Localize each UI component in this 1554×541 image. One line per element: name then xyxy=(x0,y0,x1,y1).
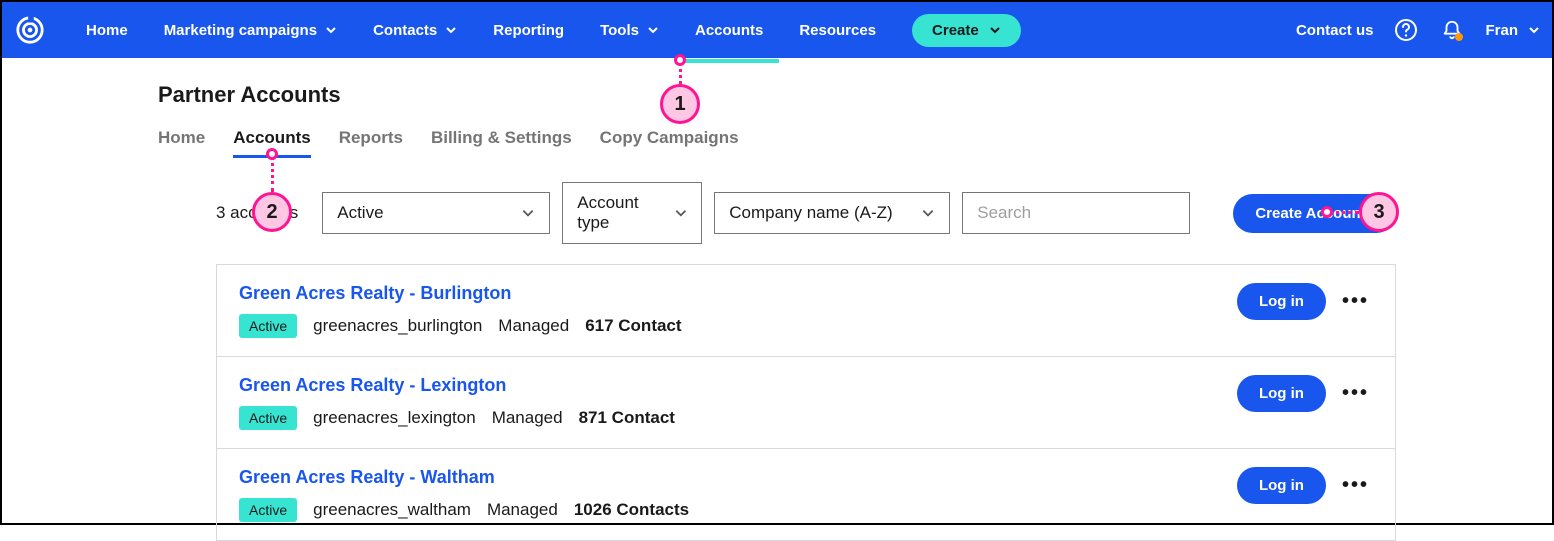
account-row: Green Acres Realty - Lexington Active gr… xyxy=(217,357,1395,449)
chevron-down-icon xyxy=(1528,24,1540,36)
subtab-copy-campaigns[interactable]: Copy Campaigns xyxy=(600,122,739,154)
create-button[interactable]: Create xyxy=(912,14,1021,47)
nav-marketing[interactable]: Marketing campaigns xyxy=(148,14,353,47)
account-contacts: 1026 Contacts xyxy=(574,500,689,520)
more-icon[interactable]: ••• xyxy=(1338,382,1373,405)
chevron-down-icon xyxy=(921,206,935,220)
nav-tools-label: Tools xyxy=(600,22,639,39)
nav-accounts-label: Accounts xyxy=(695,22,763,39)
status-filter[interactable]: Active xyxy=(322,192,550,234)
type-filter[interactable]: Account type xyxy=(562,182,702,244)
callout-1: 1 xyxy=(660,84,700,124)
account-slug: greenacres_burlington xyxy=(313,316,482,336)
account-meta: Active greenacres_waltham Managed 1026 C… xyxy=(239,498,1237,522)
callout-2-label: 2 xyxy=(266,201,277,224)
notifications-icon[interactable] xyxy=(1439,17,1465,43)
account-actions: Log in ••• xyxy=(1237,375,1373,412)
callout-3: 3 xyxy=(1359,192,1399,232)
login-button[interactable]: Log in xyxy=(1237,467,1326,504)
page-title: Partner Accounts xyxy=(158,82,1396,108)
login-button[interactable]: Log in xyxy=(1237,375,1326,412)
account-contacts: 617 Contact xyxy=(585,316,681,336)
more-icon[interactable]: ••• xyxy=(1338,290,1373,313)
nav-resources-label: Resources xyxy=(799,22,876,39)
nav-resources[interactable]: Resources xyxy=(783,14,892,47)
account-contacts: 871 Contact xyxy=(579,408,675,428)
login-button[interactable]: Log in xyxy=(1237,283,1326,320)
contact-us-link[interactable]: Contact us xyxy=(1296,22,1374,39)
help-icon[interactable] xyxy=(1393,17,1419,43)
content: Partner Accounts Home Accounts Reports B… xyxy=(2,58,1552,541)
account-meta: Active greenacres_burlington Managed 617… xyxy=(239,314,1237,338)
type-filter-value: Account type xyxy=(577,193,673,233)
callout-2: 2 xyxy=(252,192,292,232)
chevron-down-icon xyxy=(647,24,659,36)
more-icon[interactable]: ••• xyxy=(1338,474,1373,497)
callout-3-label: 3 xyxy=(1373,201,1384,224)
nav-right: Contact us Fran xyxy=(1296,17,1540,43)
toolbar: 3 accounts Active Account type Company n… xyxy=(158,182,1396,244)
sort-value: Company name (A-Z) xyxy=(729,203,892,223)
account-meta: Active greenacres_lexington Managed 871 … xyxy=(239,406,1237,430)
nav-reporting[interactable]: Reporting xyxy=(477,14,580,47)
nav-home[interactable]: Home xyxy=(70,14,144,47)
user-menu[interactable]: Fran xyxy=(1485,22,1540,39)
account-name-link[interactable]: Green Acres Realty - Lexington xyxy=(239,375,506,396)
status-filter-value: Active xyxy=(337,203,383,223)
account-managed: Managed xyxy=(498,316,569,336)
subtabs: Home Accounts Reports Billing & Settings… xyxy=(158,122,1396,154)
account-main: Green Acres Realty - Lexington Active gr… xyxy=(239,375,1237,430)
nav-links: Home Marketing campaigns Contacts Report… xyxy=(70,14,1021,47)
account-slug: greenacres_lexington xyxy=(313,408,476,428)
account-managed: Managed xyxy=(492,408,563,428)
chevron-down-icon xyxy=(521,206,535,220)
account-actions: Log in ••• xyxy=(1237,283,1373,320)
status-badge: Active xyxy=(239,314,297,338)
nav-contacts[interactable]: Contacts xyxy=(357,14,473,47)
account-name-link[interactable]: Green Acres Realty - Burlington xyxy=(239,283,511,304)
account-main: Green Acres Realty - Burlington Active g… xyxy=(239,283,1237,338)
search-input[interactable] xyxy=(962,192,1190,234)
chevron-down-icon xyxy=(989,24,1001,36)
account-managed: Managed xyxy=(487,500,558,520)
nav-marketing-label: Marketing campaigns xyxy=(164,22,317,39)
callout-1-label: 1 xyxy=(674,93,685,116)
sort-select[interactable]: Company name (A-Z) xyxy=(714,192,950,234)
nav-home-label: Home xyxy=(86,22,128,39)
account-slug: greenacres_waltham xyxy=(313,500,471,520)
subtab-billing[interactable]: Billing & Settings xyxy=(431,122,572,154)
account-name-link[interactable]: Green Acres Realty - Waltham xyxy=(239,467,495,488)
chevron-down-icon xyxy=(325,24,337,36)
account-main: Green Acres Realty - Waltham Active gree… xyxy=(239,467,1237,522)
logo[interactable] xyxy=(14,14,46,46)
nav-contacts-label: Contacts xyxy=(373,22,437,39)
user-name: Fran xyxy=(1485,22,1518,39)
subtab-home[interactable]: Home xyxy=(158,122,205,154)
nav-accounts[interactable]: Accounts xyxy=(679,14,779,47)
chevron-down-icon xyxy=(674,206,688,220)
status-badge: Active xyxy=(239,498,297,522)
account-list: Green Acres Realty - Burlington Active g… xyxy=(216,264,1396,541)
status-badge: Active xyxy=(239,406,297,430)
nav-tools[interactable]: Tools xyxy=(584,14,675,47)
account-row: Green Acres Realty - Waltham Active gree… xyxy=(217,449,1395,540)
nav-reporting-label: Reporting xyxy=(493,22,564,39)
account-row: Green Acres Realty - Burlington Active g… xyxy=(217,265,1395,357)
account-actions: Log in ••• xyxy=(1237,467,1373,504)
chevron-down-icon xyxy=(445,24,457,36)
create-label: Create xyxy=(932,22,979,39)
subtab-reports[interactable]: Reports xyxy=(339,122,403,154)
top-nav: Home Marketing campaigns Contacts Report… xyxy=(2,2,1552,58)
